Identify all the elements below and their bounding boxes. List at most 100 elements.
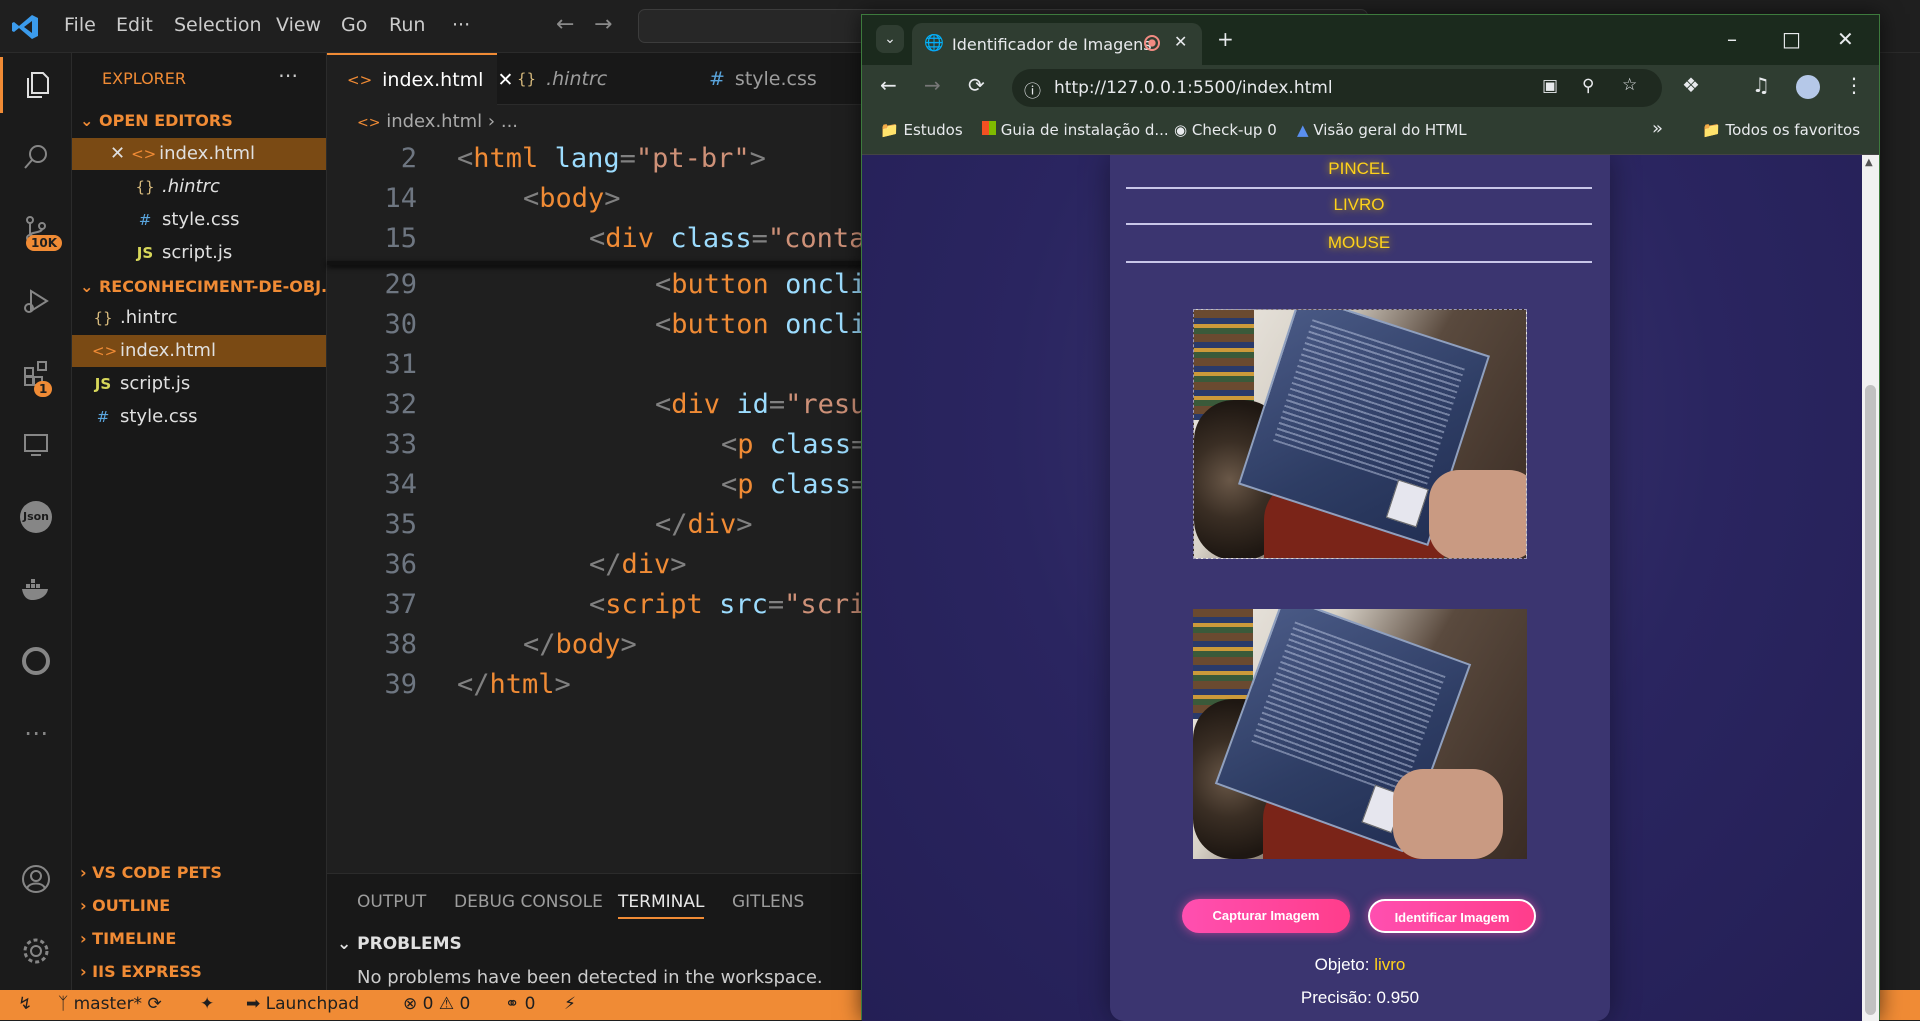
maximize-icon[interactable]: □ [1782,27,1801,51]
breadcrumb-file[interactable]: index.html [386,111,482,132]
timeline-section[interactable]: › TIMELINE [80,929,176,948]
project-folder-header[interactable]: ⌄ RECONHECIMENT-DE-OBJ... [80,277,339,296]
run-debug-icon[interactable] [0,273,72,329]
menu-selection[interactable]: Selection [174,14,262,36]
back-icon[interactable]: ← [880,73,897,97]
new-tab-icon[interactable]: + [1217,27,1234,51]
site-info-icon[interactable]: ⓘ [1024,77,1041,102]
more-bookmarks-icon[interactable]: » [1652,118,1663,139]
search-icon[interactable] [0,129,72,185]
reload-icon[interactable]: ⟳ [968,73,985,97]
launchpad-status[interactable]: ➡ Launchpad [246,994,359,1014]
profile-avatar[interactable] [1796,75,1820,99]
breadcrumb-rest[interactable]: ... [501,111,518,132]
problems-status[interactable]: ⊗ 0 ⚠ 0 [403,994,470,1014]
menu-kebab-icon[interactable]: ⋮ [1844,73,1864,97]
code-token: class [670,223,752,254]
section-label: TIMELINE [92,929,177,948]
zoom-icon[interactable]: ⚲ [1582,76,1594,96]
menu-run[interactable]: Run [389,14,425,36]
tab-debug-console[interactable]: DEBUG CONSOLE [454,892,603,912]
git-graph-icon[interactable]: ✦ [200,994,214,1014]
page-scrollbar[interactable]: ▲ [1862,155,1879,1021]
lightning-icon[interactable]: ⚡ [564,994,576,1014]
code-text: <html lang="pt-br"> [457,143,766,174]
source-control-icon[interactable]: 10K [0,201,72,257]
tab-gitlens[interactable]: GITLENS [732,892,804,912]
tab-style-css[interactable]: # style.css [689,53,859,105]
open-editor-index-html[interactable]: ✕ <> index.html [72,138,326,170]
scrollbar-thumb[interactable] [1865,385,1876,1015]
html-file-icon: <> [92,342,118,360]
menu-go[interactable]: Go [341,14,367,36]
explorer-icon[interactable] [0,57,72,113]
code-token: html [489,669,555,700]
menu-more[interactable]: ··· [452,14,470,36]
bookmark-guia[interactable]: Guia de instalação d... [982,121,1169,139]
bookmark-estudos[interactable]: 📁 Estudos [880,121,963,139]
settings-gear-icon[interactable] [0,923,72,979]
tab-terminal[interactable]: TERMINAL [618,892,705,919]
file-label: index.html [159,143,256,164]
menu-edit[interactable]: Edit [116,14,153,36]
media-icon[interactable]: ♫ [1752,73,1770,97]
explorer-more-icon[interactable]: ⋯ [278,63,298,87]
open-editor-style-css[interactable]: # style.css [72,204,326,236]
scroll-up-icon[interactable]: ▲ [1865,157,1873,168]
browser-tabstrip: ⌄ 🌐 Identificador de Imagens ✕ + – □ ✕ [862,15,1879,65]
close-window-icon[interactable]: ✕ [1837,27,1854,51]
json-icon[interactable]: Json [0,489,72,545]
tab-index-html[interactable]: <> index.html ✕ [327,53,513,105]
bookmark-visao-html[interactable]: ▲ Visão geral do HTML [1297,121,1467,139]
project-folder-label: RECONHECIMENT-DE-OBJ... [98,277,340,296]
camera-icon[interactable]: ▣ [1542,76,1558,96]
menu-view[interactable]: View [276,14,321,36]
open-editor-script-js[interactable]: JS script.js [72,237,326,269]
close-icon[interactable]: ✕ [110,143,125,164]
code-text: <script src="scri [589,589,865,620]
option-mouse[interactable]: MOUSE [1126,225,1592,263]
file-index-html[interactable]: <> index.html [72,335,326,367]
line-number: 34 [384,469,417,500]
warnings-count: 0 [459,994,471,1014]
file-script-js[interactable]: JS script.js [72,368,326,400]
tab-hintrc[interactable]: {} .hintrc [497,53,667,105]
browser-tab[interactable]: 🌐 Identificador de Imagens ✕ [912,23,1202,65]
open-editor-hintrc[interactable]: {} .hintrc [72,171,326,203]
vscode-pets-section[interactable]: › VS CODE PETS [80,863,222,882]
all-bookmarks[interactable]: 📁 Todos os favoritos [1702,121,1860,139]
menu-file[interactable]: File [64,14,96,36]
address-bar[interactable]: ⓘ http://127.0.0.1:5500/index.html ▣ ⚲ ☆ [1012,69,1662,107]
file-style-css[interactable]: # style.css [72,401,326,433]
account-icon[interactable] [0,851,72,907]
edge-icon[interactable] [0,633,72,689]
close-tab-icon[interactable]: ✕ [1174,32,1187,51]
back-arrow-icon[interactable]: ← [556,12,574,37]
tab-search-icon[interactable]: ⌄ [876,25,904,53]
tab-output[interactable]: OUTPUT [357,892,426,912]
remote-icon[interactable]: ↯ [18,994,32,1014]
forward-icon[interactable]: → [924,73,941,97]
branch-status[interactable]: ᛉ master* ⟳ [58,994,162,1014]
outline-section[interactable]: › OUTLINE [80,896,170,915]
iis-express-section[interactable]: › IIS EXPRESS [80,962,202,981]
more-icon[interactable]: ⋯ [0,705,72,761]
code-token: > [604,183,621,214]
ports-status[interactable]: ⚭ 0 [505,994,535,1014]
docker-icon[interactable] [0,561,72,617]
open-editors-header[interactable]: ⌄ OPEN EDITORS [80,111,233,130]
problems-header[interactable]: ⌄ PROBLEMS [337,934,462,954]
forward-arrow-icon[interactable]: → [594,12,612,37]
option-pincel[interactable]: PINCEL [1126,155,1592,189]
remote-explorer-icon[interactable] [0,417,72,473]
option-livro[interactable]: LIVRO [1126,187,1592,225]
capture-image-button[interactable]: Capturar Imagem [1182,899,1350,933]
minimize-icon[interactable]: – [1727,27,1737,51]
extensions-puzzle-icon[interactable]: ❖ [1682,73,1700,97]
bookmark-checkup[interactable]: ◉ Check-up 0 [1174,121,1277,139]
extensions-icon[interactable]: 1 [0,345,72,401]
bookmark-star-icon[interactable]: ☆ [1622,75,1637,95]
file-hintrc[interactable]: {} .hintrc [72,302,326,334]
identify-image-button[interactable]: Identificar Imagem [1368,899,1536,933]
